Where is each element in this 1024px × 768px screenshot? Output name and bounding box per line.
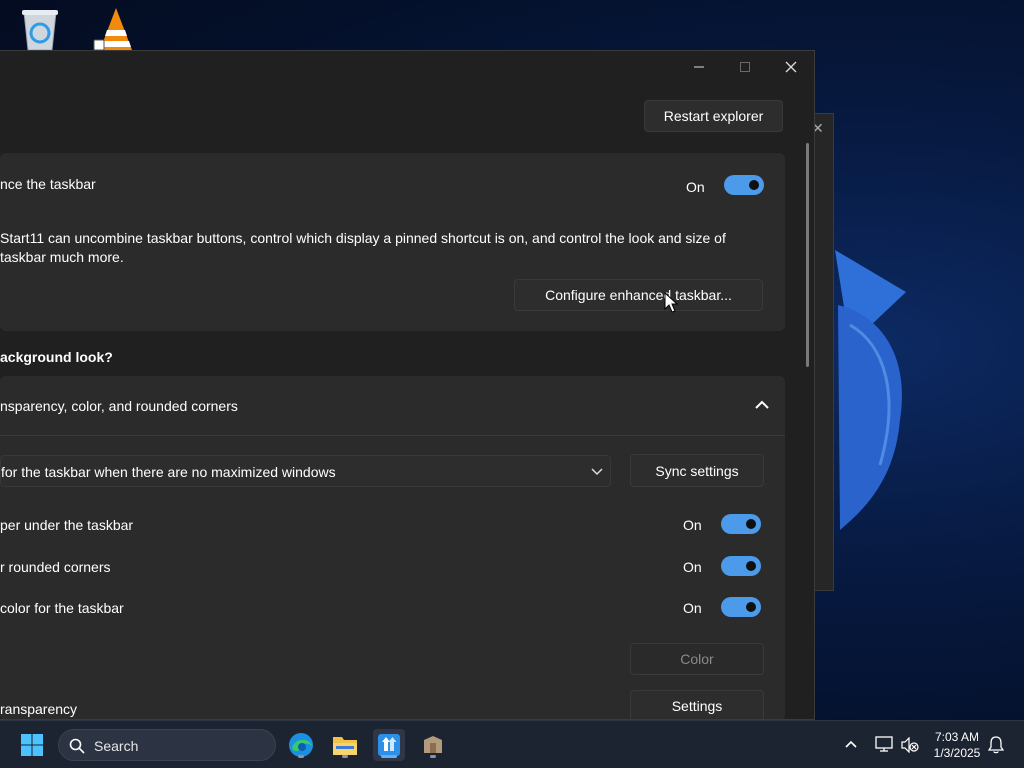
sync-settings-button[interactable]: Sync settings	[630, 454, 764, 487]
enhance-taskbar-title: nce the taskbar	[0, 176, 96, 192]
chevron-down-icon	[591, 468, 603, 476]
maximize-icon	[740, 62, 750, 72]
maximize-button[interactable]	[722, 51, 768, 83]
start-button[interactable]	[16, 729, 48, 761]
search-icon	[69, 738, 85, 754]
enhance-description: Start11 can uncombine taskbar buttons, c…	[0, 230, 726, 265]
row-label-transparency: ransparency	[0, 701, 78, 717]
start11-taskbar-button[interactable]	[373, 729, 405, 761]
volume-muted-icon[interactable]	[901, 737, 919, 753]
color-button[interactable]: Color	[630, 643, 764, 675]
close-button[interactable]	[768, 51, 814, 83]
transparency-section-title: nsparency, color, and rounded corners	[0, 398, 238, 414]
transparency-card: nsparency, color, and rounded corners fo…	[0, 376, 785, 719]
taskbar-search-box[interactable]: Search	[58, 729, 276, 761]
color-toggle[interactable]	[721, 597, 761, 617]
start11-settings-window: Restart explorer nce the taskbar On Star…	[0, 50, 815, 720]
enhance-taskbar-toggle[interactable]	[724, 175, 764, 195]
file-explorer-taskbar-button[interactable]	[329, 729, 361, 761]
row-state-rounded-corners: On	[683, 559, 702, 575]
row-state-wallpaper: On	[683, 517, 702, 533]
background-look-heading: ackground look?	[0, 349, 113, 365]
row-label-wallpaper: per under the taskbar	[0, 517, 134, 533]
vlc-icon[interactable]	[92, 6, 140, 52]
recycle-bin-icon[interactable]	[16, 6, 64, 52]
dropdown-value: for the taskbar when there are no maximi…	[1, 464, 336, 480]
start11-icon	[378, 734, 400, 756]
date-label: 1/3/2025	[933, 746, 981, 760]
row-label-rounded-corners: r rounded corners	[0, 559, 111, 575]
close-icon	[785, 61, 797, 73]
folder-icon	[333, 737, 357, 755]
windows-icon	[21, 734, 43, 756]
search-label: Search	[94, 738, 139, 754]
restart-explorer-button[interactable]: Restart explorer	[644, 100, 783, 132]
chevron-up-icon[interactable]	[845, 740, 857, 748]
transparency-settings-button[interactable]: Settings	[630, 690, 764, 719]
package-icon	[424, 736, 442, 753]
taskbar: Search 7:03 AM 1/3/2025	[0, 720, 1024, 768]
title-bar[interactable]	[0, 51, 814, 83]
configure-enhanced-taskbar-button[interactable]: Configure enhanced taskbar...	[514, 279, 763, 311]
row-label-color: color for the taskbar	[0, 600, 124, 616]
network-icon[interactable]	[875, 736, 893, 752]
rounded-corners-toggle[interactable]	[721, 556, 761, 576]
store-taskbar-button[interactable]	[417, 729, 449, 761]
mouse-cursor-icon	[664, 292, 678, 313]
chevron-up-icon[interactable]	[755, 400, 769, 410]
row-state-color: On	[683, 600, 702, 616]
minimize-icon	[694, 66, 704, 68]
time-label: 7:03 AM	[934, 730, 980, 744]
transparency-section-header[interactable]: nsparency, color, and rounded corners	[0, 376, 785, 436]
scrollbar[interactable]	[806, 143, 809, 367]
clock[interactable]: 7:03 AM 1/3/2025	[926, 729, 988, 761]
enhance-state-label: On	[686, 179, 705, 195]
edge-taskbar-button[interactable]	[285, 729, 317, 761]
notification-bell-icon[interactable]	[988, 736, 1004, 754]
wallpaper-toggle[interactable]	[721, 514, 761, 534]
windows-bloom-wallpaper	[835, 250, 906, 530]
taskbar-mode-dropdown[interactable]: for the taskbar when there are no maximi…	[0, 455, 611, 487]
minimize-button[interactable]	[676, 51, 722, 83]
